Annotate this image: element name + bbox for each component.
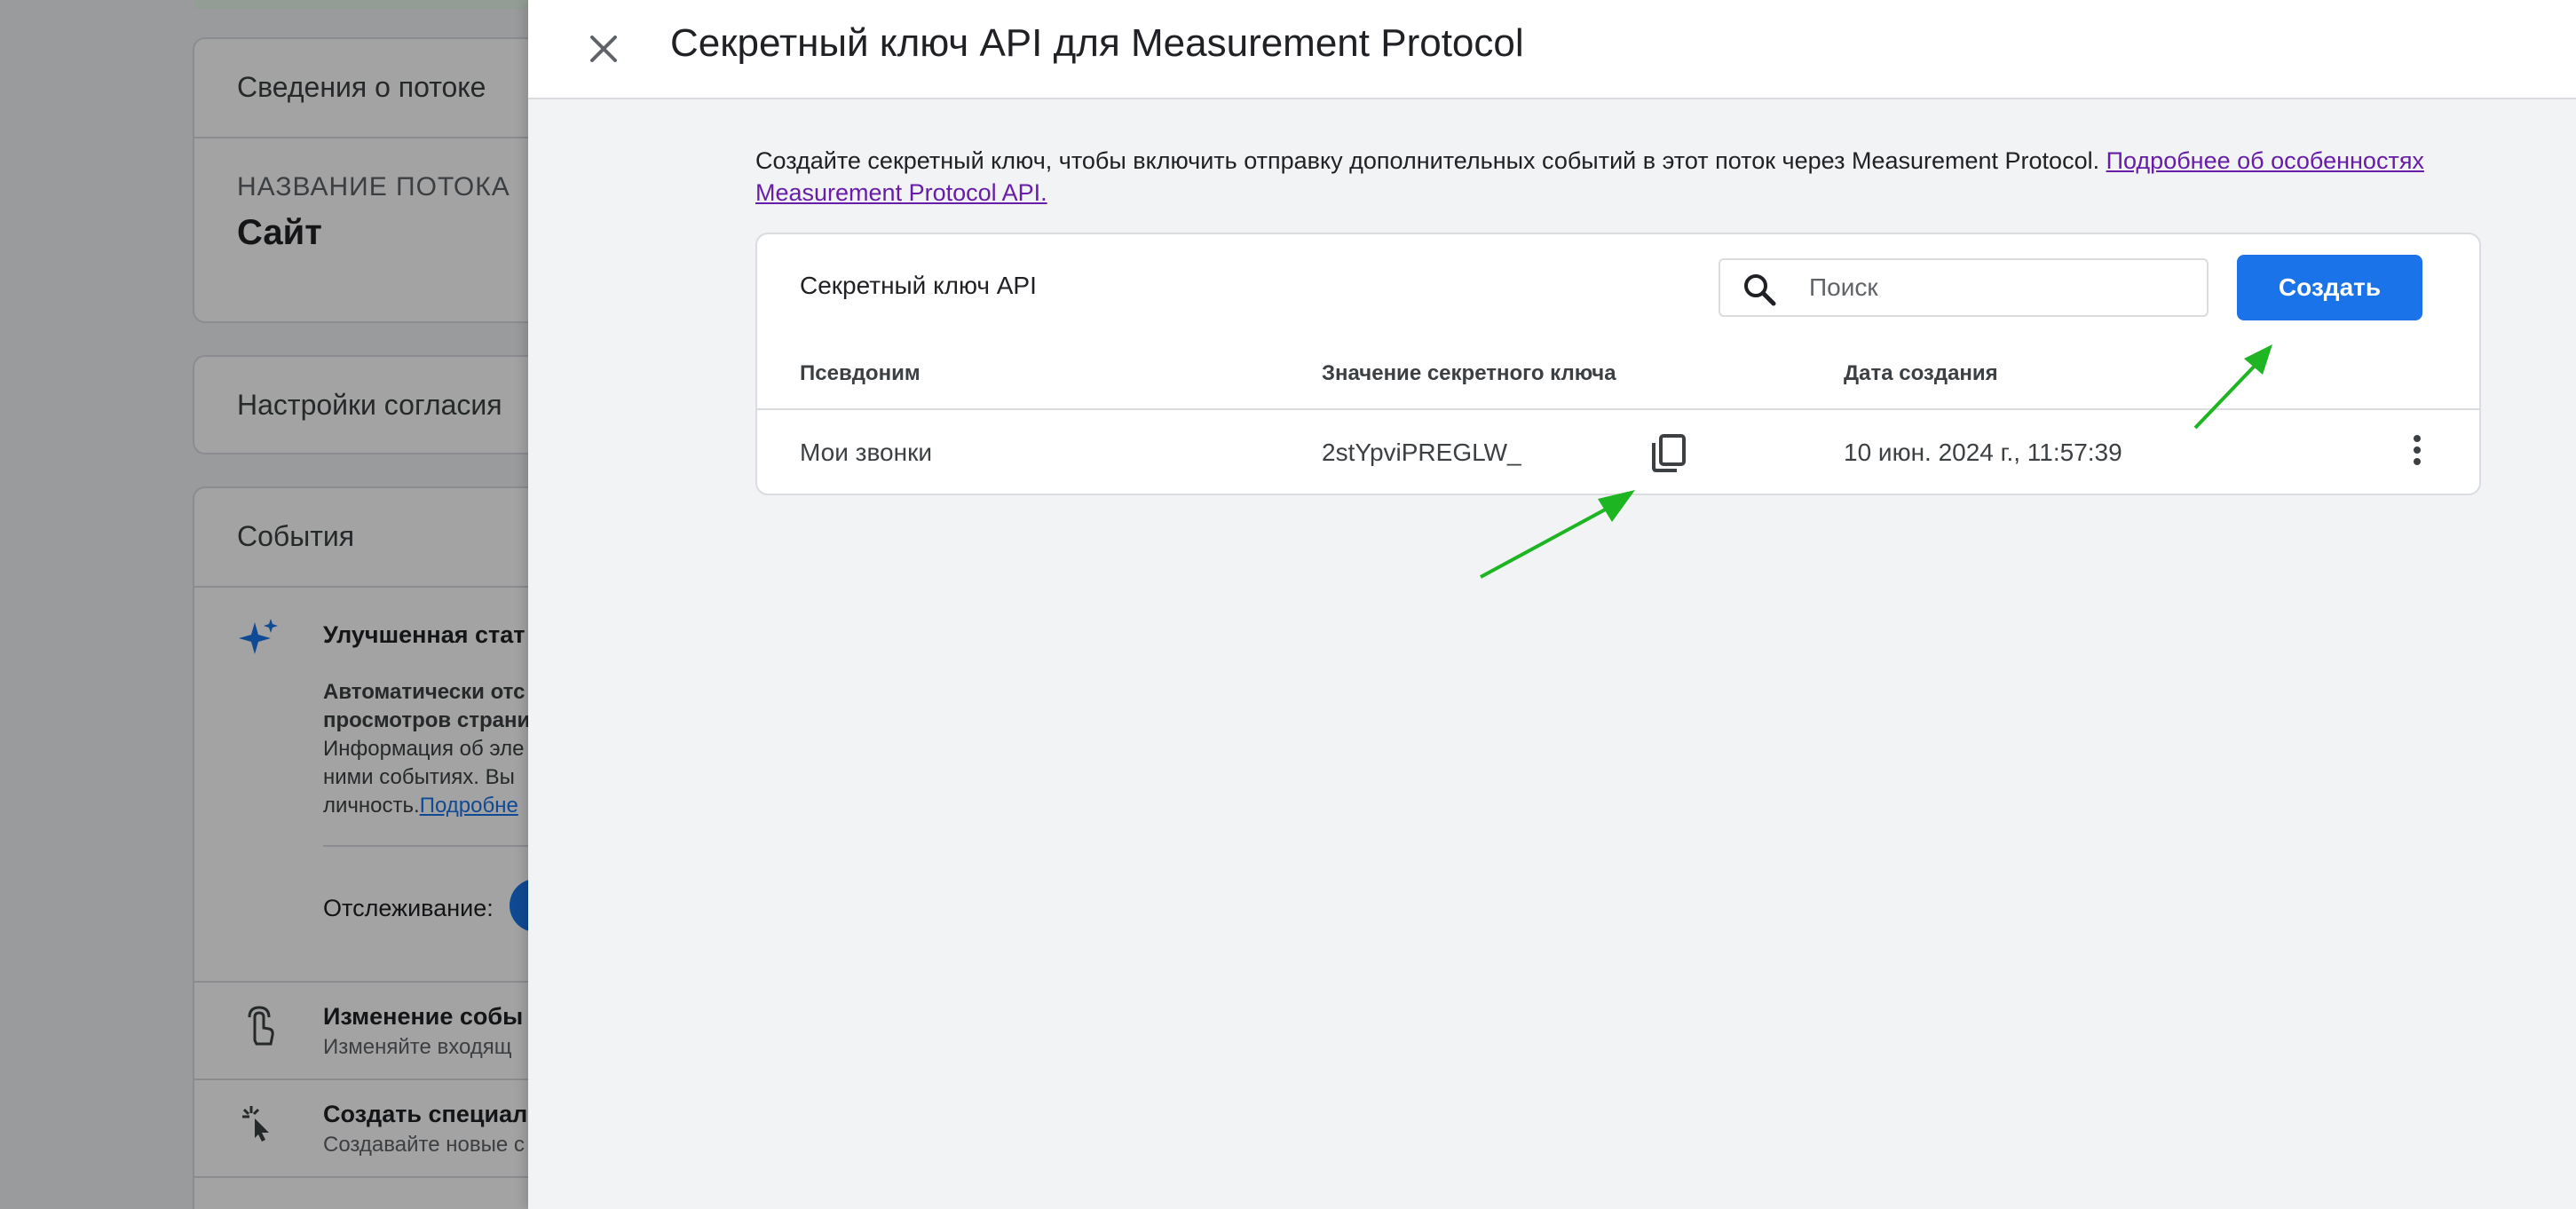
- close-icon: [590, 36, 617, 62]
- column-header-alias[interactable]: Псевдоним: [800, 361, 921, 386]
- copy-button[interactable]: [1647, 431, 1691, 475]
- panel-header: Секретный ключ API для Measurement Proto…: [528, 0, 2576, 99]
- panel-title: Секретный ключ API для Measurement Proto…: [670, 21, 1524, 65]
- column-header-created[interactable]: Дата создания: [1844, 361, 1998, 386]
- row-created-date: 10 июн. 2024 г., 11:57:39: [1844, 439, 2122, 466]
- table-title: Секретный ключ API: [800, 272, 1037, 299]
- copy-icon: [1652, 434, 1686, 472]
- row-secret-value: 2stYpviPREGLW_: [1322, 439, 1521, 466]
- search-icon: [1742, 272, 1777, 312]
- secrets-table-card: Секретный ключ API Создать Псевдоним Зна…: [755, 233, 2481, 495]
- more-vert-icon: [2414, 435, 2421, 465]
- link-text: Подробнее об особенностях: [2106, 147, 2424, 174]
- row-alias: Мои звонки: [800, 439, 932, 466]
- create-button[interactable]: Создать: [2237, 255, 2422, 320]
- row-menu-button[interactable]: [2399, 428, 2435, 472]
- close-button[interactable]: [573, 18, 635, 80]
- side-panel: Секретный ключ API для Measurement Proto…: [528, 0, 2576, 1209]
- search-input[interactable]: [1809, 269, 2191, 306]
- search-box[interactable]: [1719, 258, 2209, 317]
- header-divider: [757, 408, 2479, 410]
- column-header-secret[interactable]: Значение секретного ключа: [1322, 361, 1616, 386]
- description-text: Создайте секретный ключ, чтобы включить …: [755, 147, 2106, 174]
- panel-description: Создайте секретный ключ, чтобы включить …: [755, 145, 2495, 209]
- link-text: Measurement Protocol API.: [755, 179, 1047, 206]
